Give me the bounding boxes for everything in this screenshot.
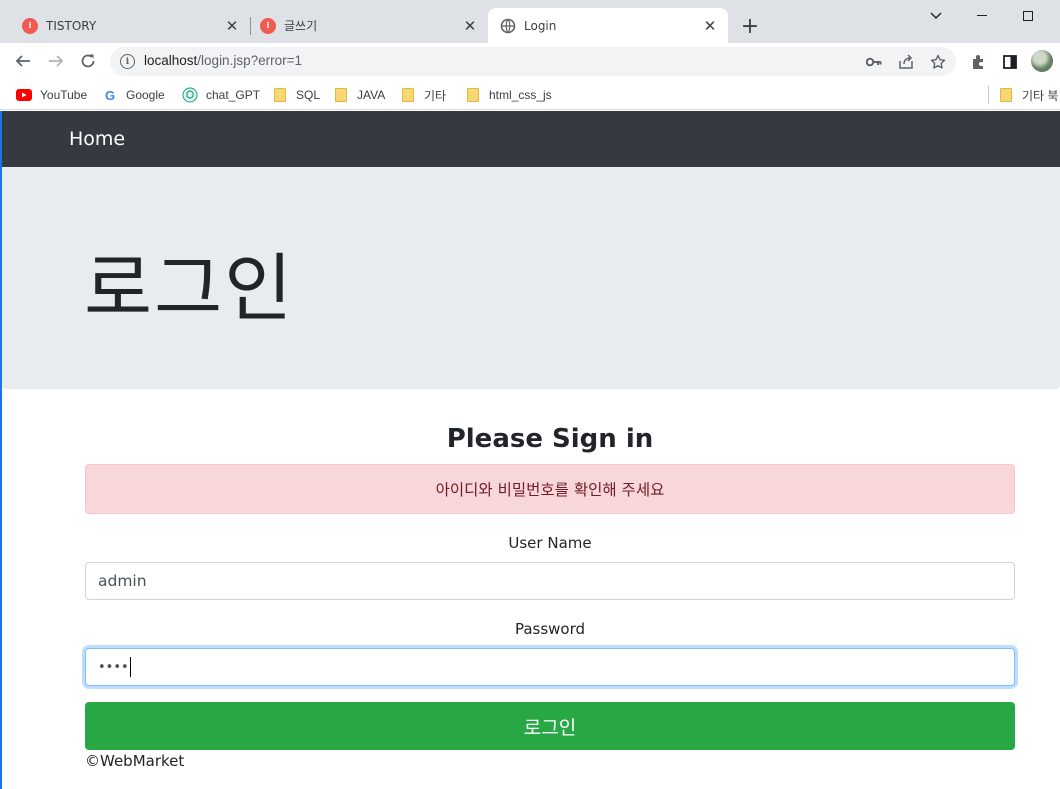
bookmark-label: Google: [126, 88, 165, 102]
reload-icon[interactable]: [75, 48, 101, 74]
footer-copyright: ©WebMarket: [85, 752, 185, 770]
site-navbar: Home: [2, 111, 1060, 167]
folder-icon: [333, 87, 349, 103]
tab-title: 글쓰기: [284, 19, 318, 33]
bookmark-youtube[interactable]: YouTube: [16, 86, 87, 104]
error-alert: 아이디와 비밀번호를 확인해 주세요: [85, 464, 1015, 514]
bookmark-label: html_css_js: [489, 88, 552, 102]
bookmark-chatgpt[interactable]: chat_GPT: [182, 86, 260, 104]
extensions-icon[interactable]: [968, 51, 990, 73]
youtube-icon: [16, 87, 32, 103]
address-bar[interactable]: i localhost/login.jsp?error=1: [110, 47, 956, 76]
tab-search-icon[interactable]: [913, 4, 959, 28]
tab-strip: ⁝ TISTORY ✕ ⁝ 글쓰기 ✕ Login ✕ +: [0, 0, 1060, 43]
new-tab-icon[interactable]: +: [738, 14, 762, 39]
login-button[interactable]: 로그인: [85, 702, 1015, 750]
username-input[interactable]: admin: [85, 562, 1015, 600]
bookmark-folder-html-css-js[interactable]: html_css_js: [465, 86, 552, 104]
close-tab-icon[interactable]: ✕: [458, 14, 482, 38]
url-host: localhost: [144, 53, 198, 68]
forward-icon[interactable]: [43, 48, 69, 74]
bookmark-label: 기타 북: [1022, 88, 1059, 103]
tistory-icon: ⁝: [22, 17, 38, 34]
page-content: Home 로그인 Please Sign in 아이디와 비밀번호를 확인해 주…: [0, 111, 1060, 789]
globe-icon: [500, 18, 516, 34]
minimize-icon[interactable]: [959, 4, 1005, 28]
site-info-icon[interactable]: i: [120, 54, 135, 69]
jumbotron: 로그인: [2, 167, 1060, 389]
bookmarks-bar: YouTube G Google chat_GPT SQL JAVA 기타 ht…: [0, 80, 1060, 110]
share-icon[interactable]: [896, 52, 916, 72]
maximize-icon[interactable]: [1005, 4, 1051, 28]
password-value: ••••: [98, 659, 129, 675]
bookmark-other[interactable]: 기타 북: [998, 86, 1058, 104]
folder-icon: [465, 87, 481, 103]
back-icon[interactable]: [10, 48, 36, 74]
page-title: 로그인: [84, 246, 295, 332]
username-label: User Name: [508, 534, 592, 552]
bookmark-google[interactable]: G Google: [102, 86, 165, 104]
bookmark-label: YouTube: [40, 88, 88, 102]
tab-title: TISTORY: [46, 18, 97, 33]
folder-icon: [998, 87, 1014, 103]
tab-tistory[interactable]: ⁝ TISTORY ✕: [0, 8, 250, 43]
folder-icon: [400, 87, 416, 103]
signin-heading: Please Sign in: [446, 424, 654, 454]
password-label: Password: [514, 620, 586, 638]
bookmark-label: chat_GPT: [206, 88, 261, 102]
bookmark-label: SQL: [296, 88, 321, 102]
tab-login[interactable]: Login ✕: [488, 8, 728, 43]
url-path: /login.jsp?error=1: [197, 53, 302, 68]
url-text: localhost/login.jsp?error=1: [144, 53, 302, 68]
bookmark-label: 기타: [424, 88, 447, 103]
google-icon: G: [104, 87, 116, 103]
key-icon[interactable]: [864, 52, 884, 72]
star-icon[interactable]: [928, 52, 948, 72]
tistory-icon: ⁝: [260, 17, 276, 34]
username-value: admin: [98, 572, 147, 590]
tab-title: Login: [524, 18, 557, 33]
text-caret: [129, 657, 131, 677]
folder-icon: [272, 87, 288, 103]
bookmark-folder-java[interactable]: JAVA: [333, 86, 385, 104]
bookmarks-divider: [988, 86, 989, 104]
bookmark-label: JAVA: [357, 88, 386, 102]
openai-icon: [182, 87, 198, 103]
password-input[interactable]: ••••: [85, 648, 1015, 686]
browser-toolbar: i localhost/login.jsp?error=1: [0, 43, 1060, 80]
home-link[interactable]: Home: [69, 128, 125, 150]
bookmark-folder-etc[interactable]: 기타: [400, 86, 446, 104]
profile-avatar[interactable]: [1031, 50, 1053, 72]
bookmark-folder-sql[interactable]: SQL: [272, 86, 320, 104]
close-tab-icon[interactable]: ✕: [698, 14, 722, 38]
tab-write[interactable]: ⁝ 글쓰기 ✕: [238, 8, 488, 43]
side-panel-icon[interactable]: [999, 51, 1021, 73]
